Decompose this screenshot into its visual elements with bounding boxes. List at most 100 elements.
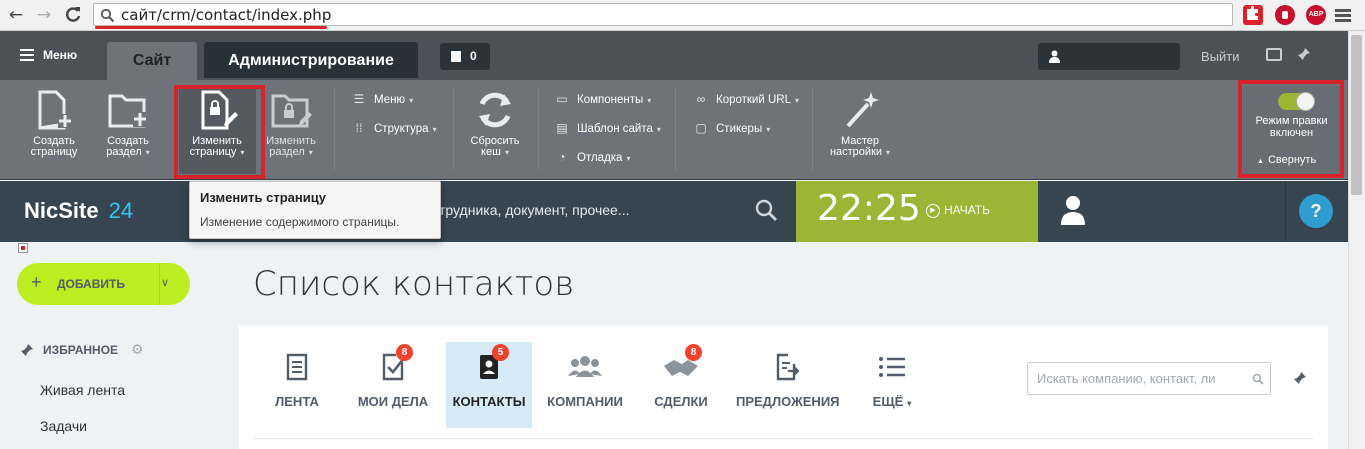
sidebar-item-feed[interactable]: Живая лента <box>40 382 125 398</box>
gauge-icon: ◔ <box>558 150 566 164</box>
page-title: Список контактов <box>253 264 575 304</box>
magic-wand-icon <box>846 92 879 128</box>
crm-search-input[interactable]: Искать компанию, контакт, ли <box>1027 362 1271 395</box>
keyboard-icon[interactable] <box>1266 48 1282 61</box>
create-page-button[interactable]: Создать страницу <box>21 88 87 158</box>
reset-cache-button[interactable]: Сбросить кеш ▾ <box>462 88 528 158</box>
search-icon <box>1252 373 1264 385</box>
debug-dropdown[interactable]: ◔ Отладка ▾ <box>555 147 630 167</box>
hamburger-icon[interactable] <box>20 49 34 61</box>
adblock-extension-icon[interactable] <box>1275 5 1295 25</box>
plus-icon: + <box>31 272 42 292</box>
structure-dropdown[interactable]: ⁞⁞ Структура ▾ <box>352 118 437 138</box>
small-marker <box>18 243 28 253</box>
tool-label: раздел <box>106 146 142 158</box>
button-divider <box>159 263 160 305</box>
tab-contacts[interactable]: 5 КОНТАКТЫ <box>446 342 532 428</box>
play-icon: ▶ <box>926 203 940 218</box>
tooltip-text: Изменение содержимого страницы. <box>200 215 400 229</box>
people-icon <box>568 356 602 377</box>
scrollbar-thumb[interactable] <box>1351 35 1362 195</box>
tab-deals[interactable]: 8 СДЕЛКИ <box>636 342 726 428</box>
tool-label: настройки <box>829 146 883 158</box>
tab-site[interactable]: Сайт <box>107 42 197 80</box>
browser-toolbar: ← → сайт/crm/contact/index.php ABP <box>0 0 1365 31</box>
tab-offers[interactable]: ПРЕДЛОЖЕНИЯ <box>736 342 840 428</box>
clock-time: 22:25 <box>817 188 921 229</box>
refresh-icon <box>479 92 511 128</box>
logo[interactable]: NicSite 24 <box>24 198 133 224</box>
tool-label: страницу <box>30 146 78 158</box>
add-button[interactable]: + ДОБАВИТЬ ∨ <box>17 263 190 305</box>
toolbar-separator <box>675 88 676 170</box>
puzzle-extension-icon[interactable] <box>1243 5 1263 25</box>
help-button[interactable]: ? <box>1299 194 1333 228</box>
tool-label: раздел <box>269 146 305 158</box>
abp-extension-icon[interactable]: ABP <box>1306 5 1326 25</box>
list-icon <box>879 357 905 377</box>
notification-counter[interactable]: 0 <box>440 43 490 70</box>
toolbar-separator <box>453 88 454 170</box>
edit-section-icon <box>271 94 312 128</box>
add-label: ДОБАВИТЬ <box>57 277 125 291</box>
menu-label[interactable]: Меню <box>43 48 77 62</box>
address-bar[interactable]: сайт/crm/contact/index.php <box>93 3 1233 26</box>
sticker-icon: ▢ <box>695 121 707 135</box>
checklist-icon <box>382 353 406 381</box>
toolbar-separator <box>812 88 813 170</box>
pin-icon <box>21 344 33 356</box>
card-divider <box>253 438 1313 439</box>
reload-icon[interactable] <box>63 5 83 25</box>
contacts-badge: 5 <box>492 344 509 361</box>
chevron-down-icon: ∨ <box>161 277 170 289</box>
edit-page-tooltip: Изменить страницу Изменение содержимого … <box>189 181 441 239</box>
create-section-icon <box>108 94 148 128</box>
edit-mode-highlight <box>1238 80 1344 178</box>
user-avatar-icon[interactable] <box>1060 195 1086 225</box>
tab-my-tasks[interactable]: 8 МОИ ДЕЛА <box>348 342 438 428</box>
grid-icon: ⁞⁞ <box>355 121 363 135</box>
header-divider <box>1285 181 1286 242</box>
stickers-dropdown[interactable]: ▢ Стикеры ▾ <box>694 118 770 138</box>
bell-icon <box>451 51 461 62</box>
edit-section-button[interactable]: Изменить раздел ▾ <box>258 88 324 158</box>
tab-companies[interactable]: КОМПАНИИ <box>540 342 630 428</box>
short-url-dropdown[interactable]: ∞ Короткий URL ▾ <box>694 89 799 109</box>
back-icon[interactable]: ← <box>6 5 26 25</box>
gear-icon[interactable]: ⚙ <box>131 341 144 358</box>
tab-more[interactable]: ЕЩЁ ▾ <box>848 342 936 428</box>
tab-administration[interactable]: Администрирование <box>204 42 418 78</box>
tool-label: кеш <box>481 146 501 158</box>
counter-value: 0 <box>470 49 477 63</box>
favorites-heading: ИЗБРАННОЕ <box>43 343 119 357</box>
setup-wizard-button[interactable]: Мастер настройки ▾ <box>825 88 895 158</box>
sidebar-item-tasks[interactable]: Задачи <box>40 418 87 434</box>
url-highlight-underline <box>95 26 327 29</box>
link-icon: ∞ <box>696 92 706 106</box>
components-dropdown[interactable]: ▭ Компоненты ▾ <box>555 89 651 109</box>
create-section-button[interactable]: Создать раздел ▾ <box>95 88 161 158</box>
forward-icon[interactable]: → <box>34 5 54 25</box>
menu-dropdown[interactable]: ☰ Меню ▾ <box>352 89 414 109</box>
tab-feed[interactable]: ЛЕНТА <box>252 342 342 428</box>
search-icon[interactable] <box>754 198 778 222</box>
user-box[interactable] <box>1038 43 1180 70</box>
contacts-icon <box>480 355 498 379</box>
site-template-dropdown[interactable]: ▤ Шаблон сайта ▾ <box>555 118 661 138</box>
browser-menu-icon[interactable] <box>1335 7 1351 23</box>
start-workday-button[interactable]: ▶ НАЧАТЬ <box>926 203 990 218</box>
list-icon: ☰ <box>353 92 365 106</box>
pin-icon[interactable] <box>1293 371 1307 385</box>
logout-link[interactable]: Выйти <box>1201 49 1240 64</box>
pin-icon[interactable] <box>1297 47 1311 61</box>
create-page-icon <box>38 90 72 130</box>
handshake-icon <box>664 360 698 376</box>
doc-icon <box>286 353 308 381</box>
crm-search-placeholder: Искать компанию, контакт, ли <box>1037 371 1216 386</box>
tasks-badge: 8 <box>396 344 413 361</box>
offer-icon <box>776 353 800 381</box>
search-icon <box>100 8 115 23</box>
toolbar-separator <box>538 88 539 170</box>
toolbar-separator <box>334 88 335 170</box>
edit-page-highlight <box>174 85 265 179</box>
